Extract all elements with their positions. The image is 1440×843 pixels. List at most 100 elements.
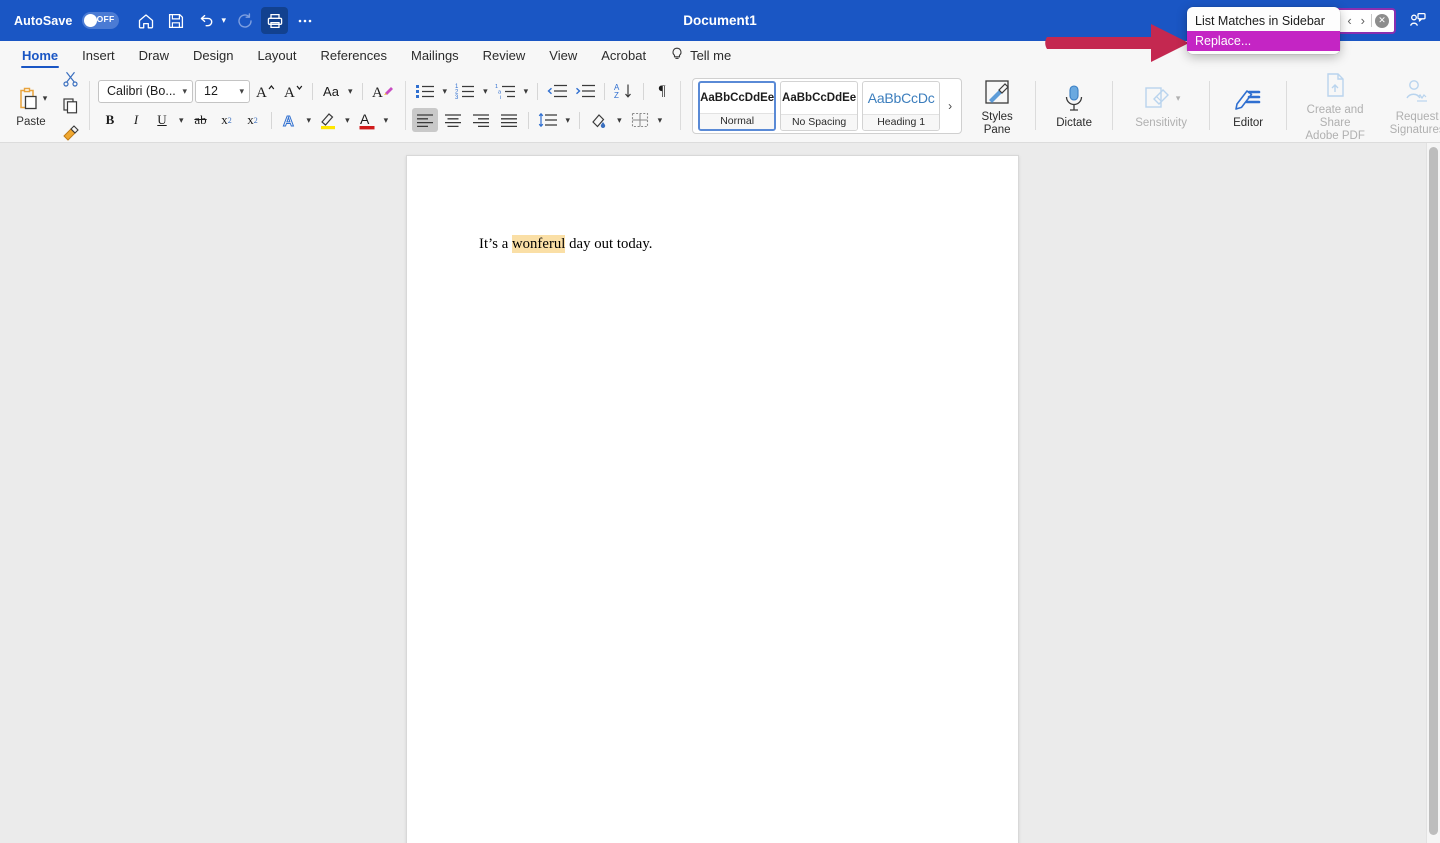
multilevel-list-button[interactable]: 1ai (493, 79, 519, 103)
style-preview: AaBbCcDdEe (782, 91, 857, 104)
font-color-button[interactable]: A (355, 108, 379, 132)
search-prev-icon[interactable]: ‹ (1344, 13, 1354, 28)
tell-me-box[interactable]: Tell me (658, 46, 743, 65)
collaborate-icon[interactable] (1402, 6, 1432, 36)
clear-formatting-button[interactable]: A (369, 79, 397, 103)
superscript-index: 2 (253, 115, 258, 125)
menu-item-replace[interactable]: Replace... (1187, 31, 1340, 51)
change-case-button[interactable]: Aa (319, 79, 343, 103)
search-clear-icon[interactable]: ✕ (1375, 13, 1389, 28)
numbering-dropdown-icon[interactable]: ▾ (480, 79, 491, 103)
request-signatures-button[interactable]: Request Signatures (1376, 73, 1440, 139)
style-no-spacing[interactable]: AaBbCcDdEe No Spacing (780, 80, 859, 131)
paste-label: Paste (16, 115, 46, 128)
sensitivity-dropdown-icon[interactable]: ▾ (1176, 93, 1181, 104)
align-right-button[interactable] (468, 108, 494, 132)
tab-mailings[interactable]: Mailings (399, 41, 471, 69)
align-center-button[interactable] (440, 108, 466, 132)
paste-dropdown-icon[interactable]: ▾ (43, 93, 48, 104)
styles-pane-button[interactable]: Styles Pane (966, 73, 1028, 139)
tab-home[interactable]: Home (10, 41, 70, 69)
divider (537, 82, 539, 100)
document-text[interactable]: It’s a wonferul day out today. (479, 235, 653, 253)
multilevel-list-dropdown-icon[interactable]: ▾ (521, 79, 532, 103)
tab-layout[interactable]: Layout (245, 41, 308, 69)
line-spacing-dropdown-icon[interactable]: ▾ (563, 108, 574, 132)
document-page[interactable]: It’s a wonferul day out today. (406, 155, 1019, 843)
grow-font-button[interactable]: A (252, 79, 278, 103)
shrink-font-button[interactable]: A (280, 79, 306, 103)
divider (604, 82, 606, 100)
style-heading-1[interactable]: AaBbCcDc Heading 1 (862, 80, 941, 131)
text-effects-dropdown-icon[interactable]: ▾ (304, 108, 315, 132)
highlight-color-button[interactable] (316, 108, 340, 132)
borders-dropdown-icon[interactable]: ▾ (655, 108, 666, 132)
decrease-indent-button[interactable] (544, 79, 570, 103)
bullets-dropdown-icon[interactable]: ▾ (440, 79, 451, 103)
subscript-index: 2 (227, 115, 232, 125)
copy-icon[interactable] (58, 94, 82, 118)
divider (643, 82, 645, 100)
format-painter-icon[interactable] (58, 121, 82, 145)
home-icon[interactable] (132, 7, 159, 34)
justify-button[interactable] (496, 108, 522, 132)
superscript-button[interactable]: x2 (241, 108, 265, 132)
align-left-button[interactable] (411, 108, 438, 132)
tab-design[interactable]: Design (181, 41, 245, 69)
autosave-toggle[interactable]: OFF (82, 12, 120, 29)
style-normal[interactable]: AaBbCcDdEe Normal (698, 80, 777, 131)
increase-indent-button[interactable] (572, 79, 598, 103)
highlight-dropdown-icon[interactable]: ▾ (342, 108, 353, 132)
styles-more-icon[interactable]: › (942, 99, 958, 113)
numbering-button[interactable]: 123 (452, 79, 478, 103)
sensitivity-button[interactable]: ▾ Sensitivity (1120, 79, 1202, 132)
undo-icon[interactable] (192, 7, 219, 34)
underline-dropdown-icon[interactable]: ▾ (176, 108, 187, 132)
shading-button[interactable] (586, 108, 612, 132)
editor-pen-icon (1232, 81, 1264, 115)
underline-button[interactable]: U (150, 108, 174, 132)
redo-icon[interactable] (231, 7, 258, 34)
show-formatting-marks-button[interactable]: ¶ (650, 79, 674, 103)
tab-review[interactable]: Review (471, 41, 538, 69)
menu-item-list-matches[interactable]: List Matches in Sidebar (1187, 11, 1340, 31)
more-icon[interactable] (291, 7, 318, 34)
search-next-icon[interactable]: › (1358, 13, 1368, 28)
shading-dropdown-icon[interactable]: ▾ (614, 108, 625, 132)
vertical-scrollbar[interactable] (1426, 143, 1440, 843)
borders-button[interactable] (627, 108, 653, 132)
pdf-upload-icon (1320, 68, 1350, 102)
tab-insert[interactable]: Insert (70, 41, 127, 69)
print-icon[interactable] (261, 7, 288, 34)
save-icon[interactable] (162, 7, 189, 34)
tab-draw[interactable]: Draw (127, 41, 181, 69)
paste-button[interactable]: ▾ Paste (7, 84, 55, 128)
microphone-icon (1059, 81, 1089, 115)
spelling-context-menu[interactable]: List Matches in Sidebar Replace... (1187, 7, 1340, 54)
create-share-adobe-pdf-button[interactable]: Create and Share Adobe PDF (1294, 66, 1376, 145)
tab-references[interactable]: References (309, 41, 399, 69)
subscript-button[interactable]: x2 (215, 108, 239, 132)
editor-button[interactable]: Editor (1217, 79, 1279, 132)
scrollbar-thumb[interactable] (1429, 147, 1438, 835)
font-family-value: Calibri (Bo... (107, 84, 176, 98)
dictate-button[interactable]: Dictate (1043, 79, 1105, 132)
change-case-dropdown-icon[interactable]: ▾ (345, 79, 356, 103)
bold-button[interactable]: B (98, 108, 122, 132)
red-arrow-annotation (1043, 22, 1193, 69)
tab-acrobat[interactable]: Acrobat (589, 41, 658, 69)
tab-view[interactable]: View (537, 41, 589, 69)
sort-button[interactable]: AZ (611, 79, 637, 103)
font-color-dropdown-icon[interactable]: ▾ (381, 108, 392, 132)
bullets-button[interactable] (412, 79, 438, 103)
document-canvas[interactable]: It’s a wonferul day out today. (0, 143, 1440, 843)
font-family-select[interactable]: Calibri (Bo... ▾ (98, 79, 193, 103)
strikethrough-button[interactable]: ab (189, 108, 213, 132)
svg-text:3: 3 (455, 95, 459, 100)
font-size-select[interactable]: 12 ▾ (195, 79, 250, 103)
text-effects-button[interactable]: A (278, 108, 302, 132)
line-spacing-button[interactable] (535, 108, 561, 132)
cut-icon[interactable] (58, 67, 82, 91)
italic-button[interactable]: I (124, 108, 148, 132)
undo-dropdown-icon[interactable]: ▾ (221, 15, 226, 26)
